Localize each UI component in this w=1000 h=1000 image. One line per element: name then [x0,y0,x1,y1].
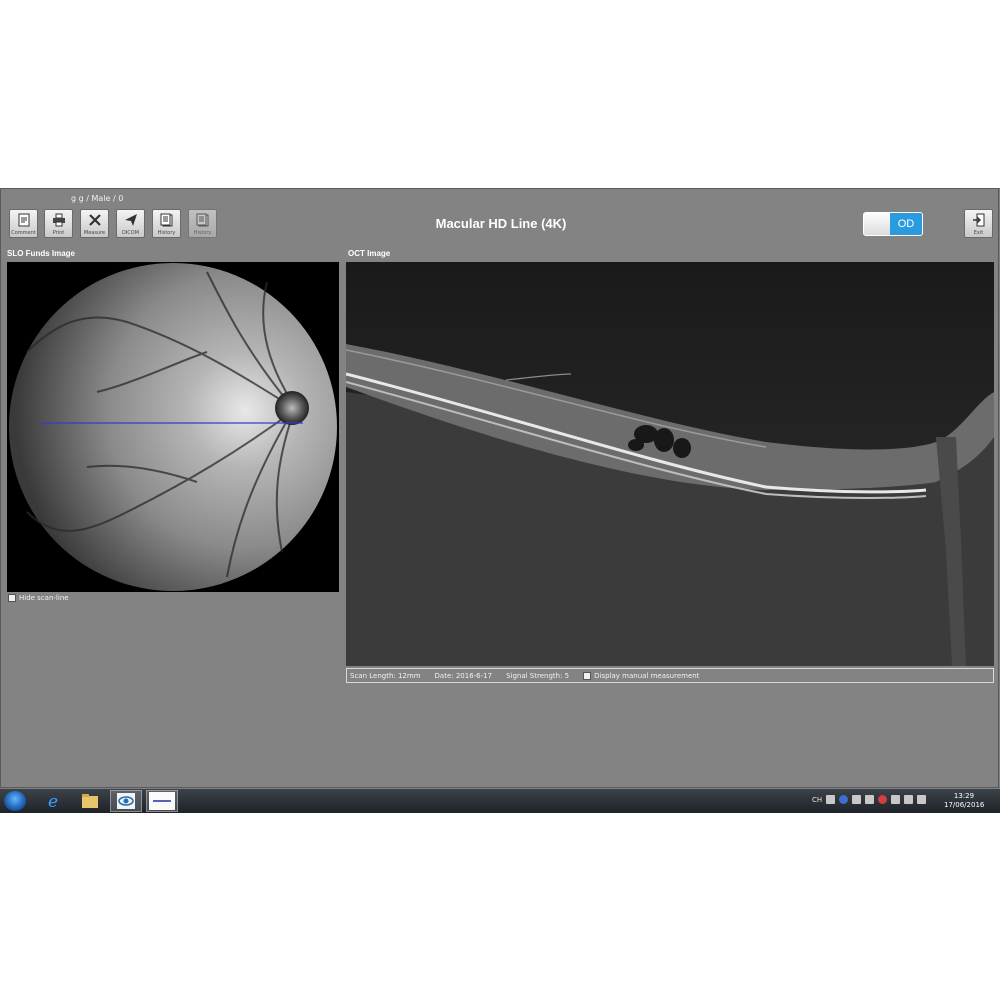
hide-scanline-checkbox[interactable]: Hide scan-line [8,594,69,602]
dicom-icon [124,214,137,226]
desktop-screen: g g / Male / 0 Comment Print Measure DIC… [0,188,1000,813]
oct-status-bar: Scan Length: 12mm Date: 2016-6-17 Signal… [346,668,994,683]
history-icon [160,213,172,227]
clock[interactable]: 13:29 17/06/2016 [944,792,984,810]
manual-measurement-label: Display manual measurement [594,671,700,680]
slo-fundus-image [7,262,339,592]
svg-text:e: e [48,792,58,810]
start-orb-icon[interactable] [4,791,26,811]
signal-strength: Signal Strength: 5 [506,671,570,680]
history-label: History [193,230,212,236]
device-icon[interactable] [865,795,875,804]
security-icon[interactable] [878,795,888,804]
exit-icon [972,213,984,227]
internet-explorer-icon[interactable]: e [38,790,70,812]
scan-date: Date: 2016-6-17 [434,671,493,680]
comment-label: Comment [11,230,36,236]
file-explorer-icon[interactable] [74,790,106,812]
toggle-knob [864,213,890,235]
measure-label: Measure [83,230,106,236]
network-icon[interactable] [904,795,914,804]
scan-window-icon[interactable] [146,790,178,812]
clock-time: 13:29 [953,792,975,800]
eye-value: OD [890,213,922,235]
help-icon[interactable] [839,795,849,804]
checkbox-icon[interactable] [583,671,592,680]
taskbar: e CH 13:29 17/06/2016 [0,789,1000,813]
print-label: Print [52,230,65,236]
comment-icon [18,213,29,227]
app-window: g g / Male / 0 Comment Print Measure DIC… [0,188,999,788]
manual-measurement-checkbox[interactable]: Display manual measurement [583,671,700,680]
flag-icon[interactable] [891,795,901,804]
language-indicator[interactable]: CH [812,796,822,804]
comment-button[interactable]: Comment [9,209,38,238]
dicom-label: DICOM [121,230,140,236]
window-title: Macular HD Line (4K) [435,216,567,231]
patient-info: g g / Male / 0 [71,194,124,203]
oct-scan-image [346,262,994,666]
volume-icon[interactable] [917,795,927,804]
pen-icon[interactable] [852,795,862,804]
keyboard-icon[interactable] [826,795,836,804]
oct-app-icon[interactable] [110,790,142,812]
dicom-button[interactable]: DICOM [116,209,145,238]
history-icon [196,213,208,227]
history-label: History [157,230,176,236]
hide-scanline-label: Hide scan-line [19,594,69,602]
checkbox-icon[interactable] [8,594,16,602]
print-button[interactable]: Print [44,209,73,238]
exit-button[interactable]: Exit [964,209,993,238]
scan-length: Scan Length: 12mm [350,671,421,680]
eye-toggle[interactable]: OD [863,212,923,236]
history-button-disabled[interactable]: History [188,209,217,238]
measure-button[interactable]: Measure [80,209,109,238]
slo-title: SLO Funds Image [7,249,76,258]
history-button[interactable]: History [152,209,181,238]
system-tray: CH [812,795,927,804]
exit-label: Exit [973,230,984,236]
measure-icon [88,214,101,226]
print-icon [52,213,65,227]
oct-title: OCT Image [348,249,391,258]
clock-date: 17/06/2016 [944,801,985,809]
